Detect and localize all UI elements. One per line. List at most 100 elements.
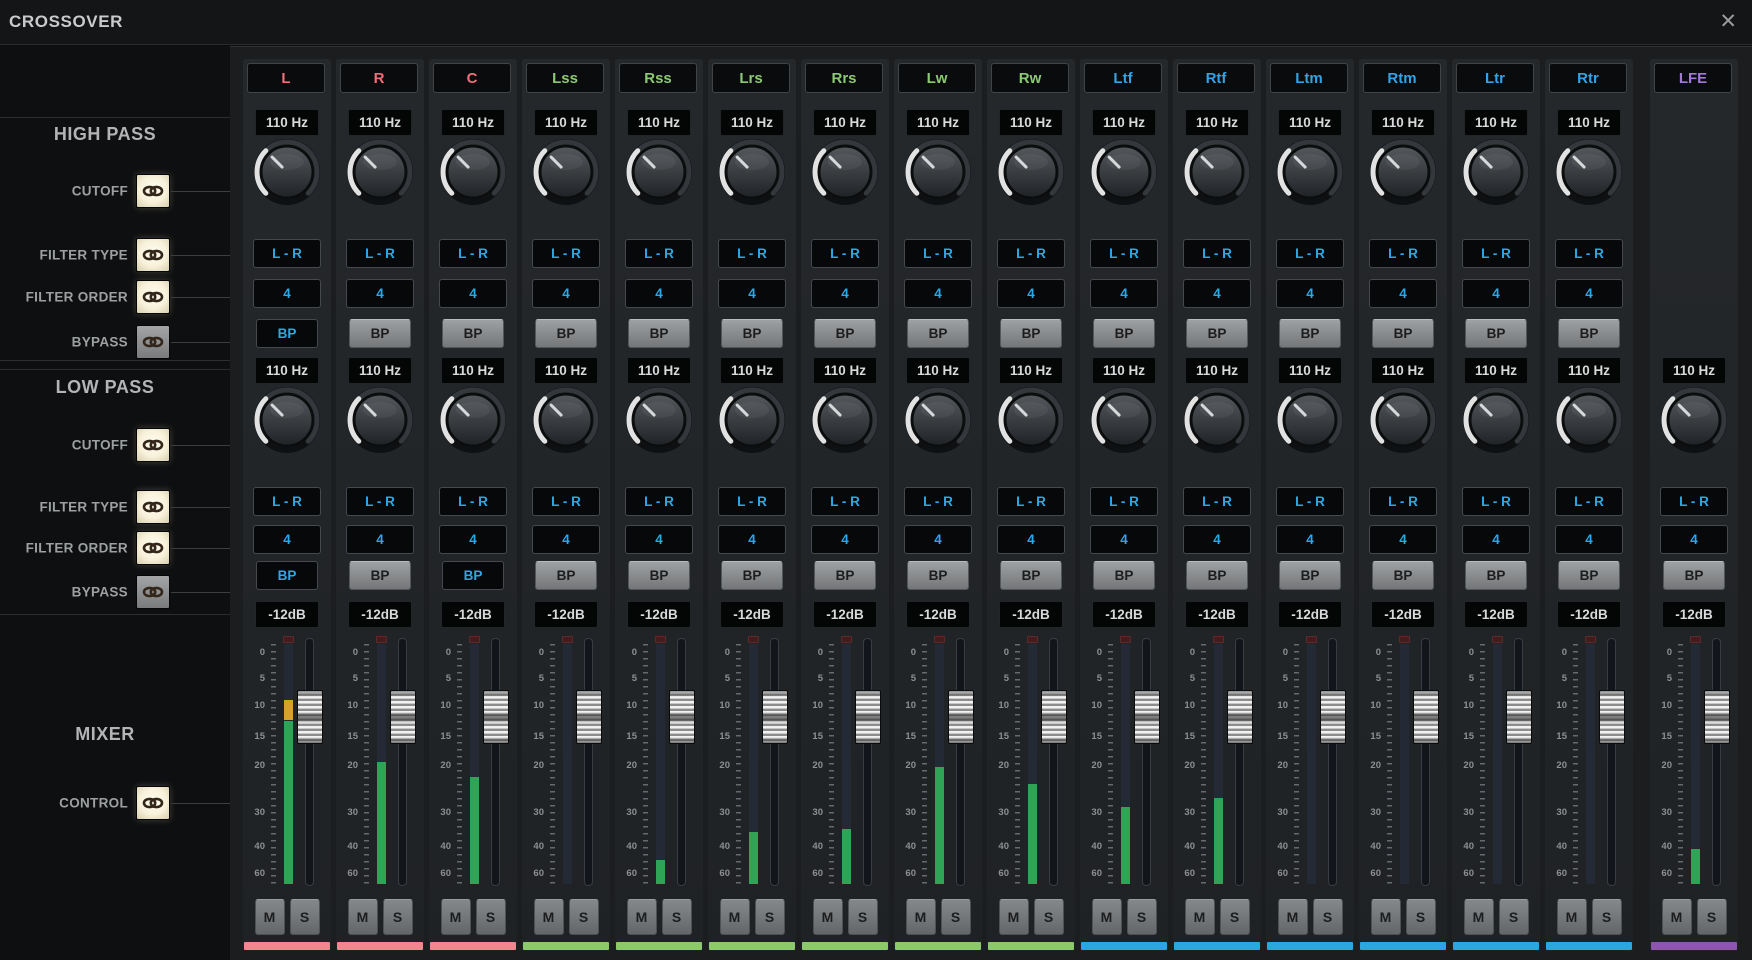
mute-button[interactable]: M <box>1464 899 1494 935</box>
lowpass-filter-order-button[interactable]: 4 <box>811 525 879 554</box>
highpass-cutoff-value[interactable]: 110 Hz <box>441 109 505 136</box>
fader-handle[interactable] <box>1134 690 1160 744</box>
highpass-filter-order-button[interactable]: 4 <box>625 279 693 308</box>
solo-button[interactable]: S <box>290 899 320 935</box>
lowpass-filter-order-button[interactable]: 4 <box>904 525 972 554</box>
highpass-cutoff-value[interactable]: 110 Hz <box>1278 109 1342 136</box>
fader-track[interactable] <box>305 638 314 886</box>
lowpass-cutoff-value[interactable]: 110 Hz <box>1662 357 1726 384</box>
solo-button[interactable]: S <box>1313 899 1343 935</box>
fader-handle[interactable] <box>576 690 602 744</box>
lowpass-filter-type-button[interactable]: L - R <box>811 487 879 516</box>
lowpass-filter-order-button[interactable]: 4 <box>439 525 507 554</box>
fader-track[interactable] <box>1142 638 1151 886</box>
highpass-filter-type-button[interactable]: L - R <box>1183 239 1251 268</box>
output-level-value[interactable]: -12dB <box>1662 601 1726 628</box>
highpass-filter-type-button[interactable]: L - R <box>1276 239 1344 268</box>
lowpass-bypass-button[interactable]: BP <box>628 561 690 590</box>
lowpass-cutoff-value[interactable]: 110 Hz <box>255 357 319 384</box>
lowpass-bypass-button[interactable]: BP <box>1093 561 1155 590</box>
highpass-bypass-button[interactable]: BP <box>349 319 411 348</box>
output-level-value[interactable]: -12dB <box>813 601 877 628</box>
highpass-bypass-button[interactable]: BP <box>721 319 783 348</box>
output-level-value[interactable]: -12dB <box>720 601 784 628</box>
highpass-cutoff-knob[interactable] <box>1366 135 1440 209</box>
mixer-control-link-button[interactable] <box>136 786 170 820</box>
fader-handle[interactable] <box>669 690 695 744</box>
fader-handle[interactable] <box>855 690 881 744</box>
lowpass-bypass-button[interactable]: BP <box>907 561 969 590</box>
lowpass-cutoff-value[interactable]: 110 Hz <box>906 357 970 384</box>
highpass-bypass-button[interactable]: BP <box>1279 319 1341 348</box>
lowpass-cutoff-value[interactable]: 110 Hz <box>627 357 691 384</box>
output-level-value[interactable]: -12dB <box>1092 601 1156 628</box>
highpass-cutoff-value[interactable]: 110 Hz <box>348 109 412 136</box>
highpass-filter-type-button[interactable]: L - R <box>532 239 600 268</box>
highpass-filter-type-button[interactable]: L - R <box>253 239 321 268</box>
hp-cutoff-link-button[interactable] <box>136 174 170 208</box>
output-level-value[interactable]: -12dB <box>441 601 505 628</box>
highpass-cutoff-knob[interactable] <box>1552 135 1626 209</box>
mute-button[interactable]: M <box>534 899 564 935</box>
lowpass-filter-type-button[interactable]: L - R <box>1660 487 1728 516</box>
fader-track[interactable] <box>1514 638 1523 886</box>
lp-cutoff-link-button[interactable] <box>136 428 170 462</box>
highpass-filter-order-button[interactable]: 4 <box>811 279 879 308</box>
fader-track[interactable] <box>1328 638 1337 886</box>
highpass-filter-type-button[interactable]: L - R <box>718 239 786 268</box>
lowpass-filter-type-button[interactable]: L - R <box>1276 487 1344 516</box>
fader-track[interactable] <box>1712 638 1721 886</box>
fader-handle[interactable] <box>1041 690 1067 744</box>
highpass-cutoff-knob[interactable] <box>808 135 882 209</box>
highpass-cutoff-value[interactable]: 110 Hz <box>813 109 877 136</box>
highpass-cutoff-value[interactable]: 110 Hz <box>720 109 784 136</box>
lowpass-filter-type-button[interactable]: L - R <box>997 487 1065 516</box>
mute-button[interactable]: M <box>348 899 378 935</box>
highpass-filter-type-button[interactable]: L - R <box>1090 239 1158 268</box>
lowpass-filter-type-button[interactable]: L - R <box>718 487 786 516</box>
output-level-value[interactable]: -12dB <box>348 601 412 628</box>
mute-button[interactable]: M <box>1185 899 1215 935</box>
fader-handle[interactable] <box>297 690 323 744</box>
highpass-cutoff-value[interactable]: 110 Hz <box>906 109 970 136</box>
lowpass-cutoff-value[interactable]: 110 Hz <box>534 357 598 384</box>
solo-button[interactable]: S <box>1406 899 1436 935</box>
fader-track[interactable] <box>1049 638 1058 886</box>
lowpass-bypass-button[interactable]: BP <box>1279 561 1341 590</box>
highpass-filter-type-button[interactable]: L - R <box>439 239 507 268</box>
output-level-value[interactable]: -12dB <box>999 601 1063 628</box>
highpass-filter-type-button[interactable]: L - R <box>811 239 879 268</box>
highpass-filter-type-button[interactable]: L - R <box>1369 239 1437 268</box>
mute-button[interactable]: M <box>1371 899 1401 935</box>
output-level-value[interactable]: -12dB <box>1278 601 1342 628</box>
lowpass-filter-order-button[interactable]: 4 <box>1183 525 1251 554</box>
highpass-filter-type-button[interactable]: L - R <box>1462 239 1530 268</box>
lowpass-bypass-button[interactable]: BP <box>1000 561 1062 590</box>
highpass-cutoff-knob[interactable] <box>901 135 975 209</box>
fader-track[interactable] <box>956 638 965 886</box>
lowpass-bypass-button[interactable]: BP <box>1186 561 1248 590</box>
close-icon[interactable]: ✕ <box>1719 9 1737 35</box>
output-level-value[interactable]: -12dB <box>627 601 691 628</box>
lowpass-bypass-button[interactable]: BP <box>442 561 504 590</box>
fader-handle[interactable] <box>390 690 416 744</box>
highpass-bypass-button[interactable]: BP <box>535 319 597 348</box>
lowpass-cutoff-knob[interactable] <box>1459 383 1533 457</box>
lowpass-filter-order-button[interactable]: 4 <box>1660 525 1728 554</box>
solo-button[interactable]: S <box>1499 899 1529 935</box>
solo-button[interactable]: S <box>662 899 692 935</box>
highpass-bypass-button[interactable]: BP <box>1465 319 1527 348</box>
fader-handle[interactable] <box>1506 690 1532 744</box>
output-level-value[interactable]: -12dB <box>906 601 970 628</box>
fader-track[interactable] <box>1421 638 1430 886</box>
lowpass-bypass-button[interactable]: BP <box>1372 561 1434 590</box>
mute-button[interactable]: M <box>255 899 285 935</box>
lowpass-filter-order-button[interactable]: 4 <box>253 525 321 554</box>
solo-button[interactable]: S <box>1220 899 1250 935</box>
fader-track[interactable] <box>863 638 872 886</box>
fader-track[interactable] <box>1235 638 1244 886</box>
highpass-cutoff-value[interactable]: 110 Hz <box>1185 109 1249 136</box>
hp-bypass-link-button[interactable] <box>136 325 170 359</box>
mute-button[interactable]: M <box>1662 899 1692 935</box>
lowpass-bypass-button[interactable]: BP <box>1558 561 1620 590</box>
